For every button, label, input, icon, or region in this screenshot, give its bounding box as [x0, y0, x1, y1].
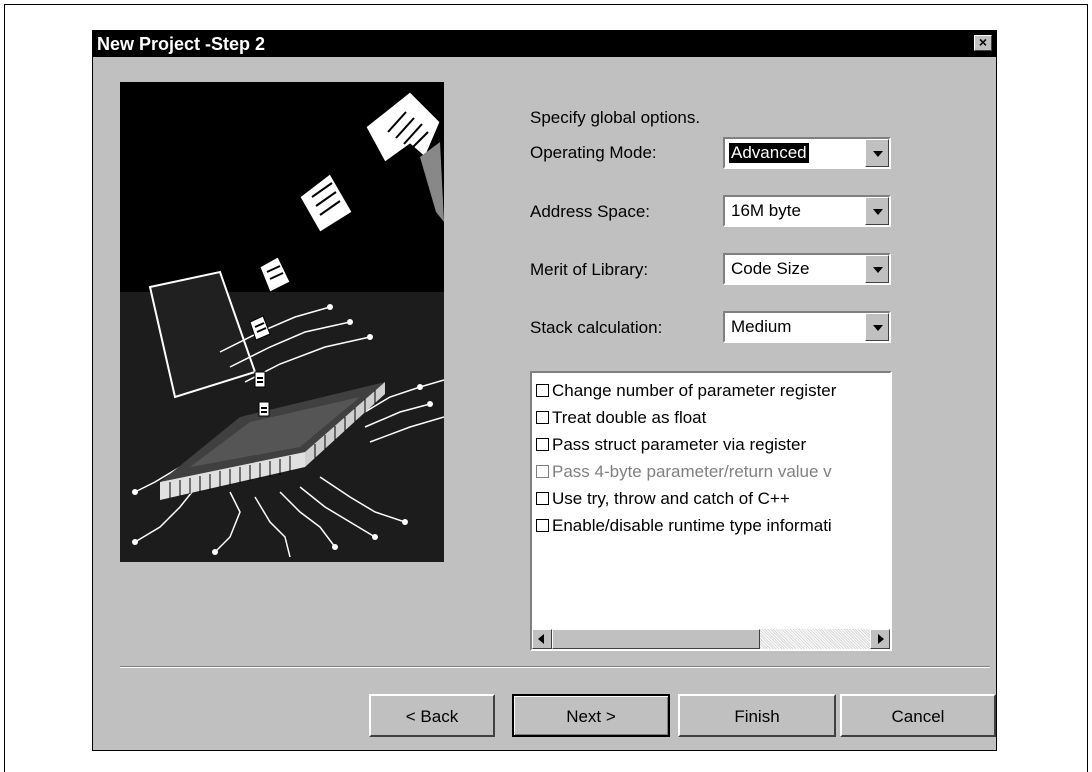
- chip-with-documents-illustration: [120, 82, 445, 562]
- merit-of-library-value: Code Size: [731, 259, 810, 278]
- checkbox[interactable]: [536, 492, 549, 505]
- scroll-left-icon[interactable]: [532, 629, 552, 649]
- option-label: Enable/disable runtime type informati: [552, 516, 832, 535]
- option-try-throw-catch[interactable]: Use try, throw and catch of C++: [536, 485, 890, 512]
- operating-mode-value: Advanced: [728, 142, 810, 164]
- option-label: Pass 4-byte parameter/return value v: [552, 462, 832, 481]
- stack-calculation-label: Stack calculation:: [530, 318, 663, 337]
- checkbox[interactable]: [536, 411, 549, 424]
- stack-calculation-select[interactable]: Medium: [723, 311, 891, 343]
- dialog-title: New Project -Step 2: [97, 34, 266, 54]
- cancel-button[interactable]: Cancel: [840, 694, 996, 737]
- dropdown-arrow-icon[interactable]: [865, 255, 889, 283]
- new-project-dialog: New Project -Step 2 × Specify global opt…: [92, 30, 997, 751]
- option-treat-double-as-float[interactable]: Treat double as float: [536, 404, 890, 431]
- checkbox: [536, 465, 549, 478]
- next-button[interactable]: Next >: [512, 694, 670, 737]
- option-runtime-type-info[interactable]: Enable/disable runtime type informati: [536, 512, 890, 539]
- operating-mode-select[interactable]: Advanced: [723, 137, 891, 169]
- checkbox[interactable]: [536, 384, 549, 397]
- checkbox[interactable]: [536, 519, 549, 532]
- option-change-param-register[interactable]: Change number of parameter register: [536, 377, 890, 404]
- heading-label: Specify global options.: [530, 108, 701, 127]
- stack-calculation-value: Medium: [731, 317, 792, 336]
- option-pass-4byte-param: Pass 4-byte parameter/return value v: [536, 458, 890, 485]
- dropdown-arrow-icon[interactable]: [865, 313, 889, 341]
- chip-illustration: [120, 82, 445, 562]
- options-list: Change number of parameter register Trea…: [536, 377, 890, 539]
- dropdown-arrow-icon[interactable]: [865, 197, 889, 225]
- finish-button[interactable]: Finish: [678, 694, 836, 737]
- merit-of-library-label: Merit of Library:: [530, 260, 649, 279]
- option-label: Pass struct parameter via register: [552, 435, 807, 454]
- close-icon[interactable]: ×: [974, 35, 992, 51]
- separator-line: [120, 666, 990, 668]
- merit-of-library-select[interactable]: Code Size: [723, 253, 891, 285]
- address-space-label: Address Space:: [530, 202, 651, 221]
- dropdown-arrow-icon[interactable]: [865, 139, 889, 167]
- title-bar: New Project -Step 2 ×: [93, 31, 996, 57]
- operating-mode-label: Operating Mode:: [530, 143, 657, 162]
- option-label: Treat double as float: [552, 408, 707, 427]
- scrollbar-thumb[interactable]: [552, 629, 760, 649]
- checkbox[interactable]: [536, 438, 549, 451]
- option-label: Use try, throw and catch of C++: [552, 489, 790, 508]
- option-pass-struct-via-register[interactable]: Pass struct parameter via register: [536, 431, 890, 458]
- back-button[interactable]: < Back: [369, 694, 495, 737]
- option-label: Change number of parameter register: [552, 381, 837, 400]
- horizontal-scrollbar[interactable]: [532, 629, 890, 649]
- address-space-value: 16M byte: [731, 201, 801, 220]
- scroll-right-icon[interactable]: [870, 629, 890, 649]
- options-listbox[interactable]: Change number of parameter register Trea…: [530, 371, 892, 651]
- address-space-select[interactable]: 16M byte: [723, 195, 891, 227]
